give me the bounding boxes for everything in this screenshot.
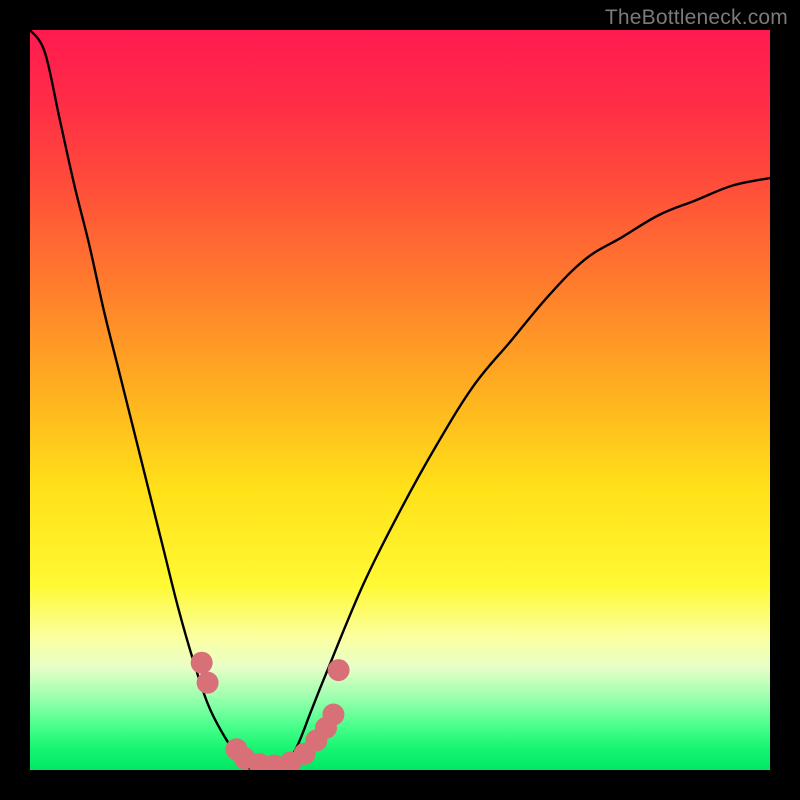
watermark-text: TheBottleneck.com [605,6,788,30]
bottleneck-curve [30,30,770,770]
curve-marker [328,659,350,681]
curve-markers [191,652,350,770]
curve-layer [30,30,770,770]
curve-marker [322,704,344,726]
plot-area [30,30,770,770]
curve-marker [197,672,219,694]
chart-frame: TheBottleneck.com [0,0,800,800]
curve-marker [191,652,213,674]
